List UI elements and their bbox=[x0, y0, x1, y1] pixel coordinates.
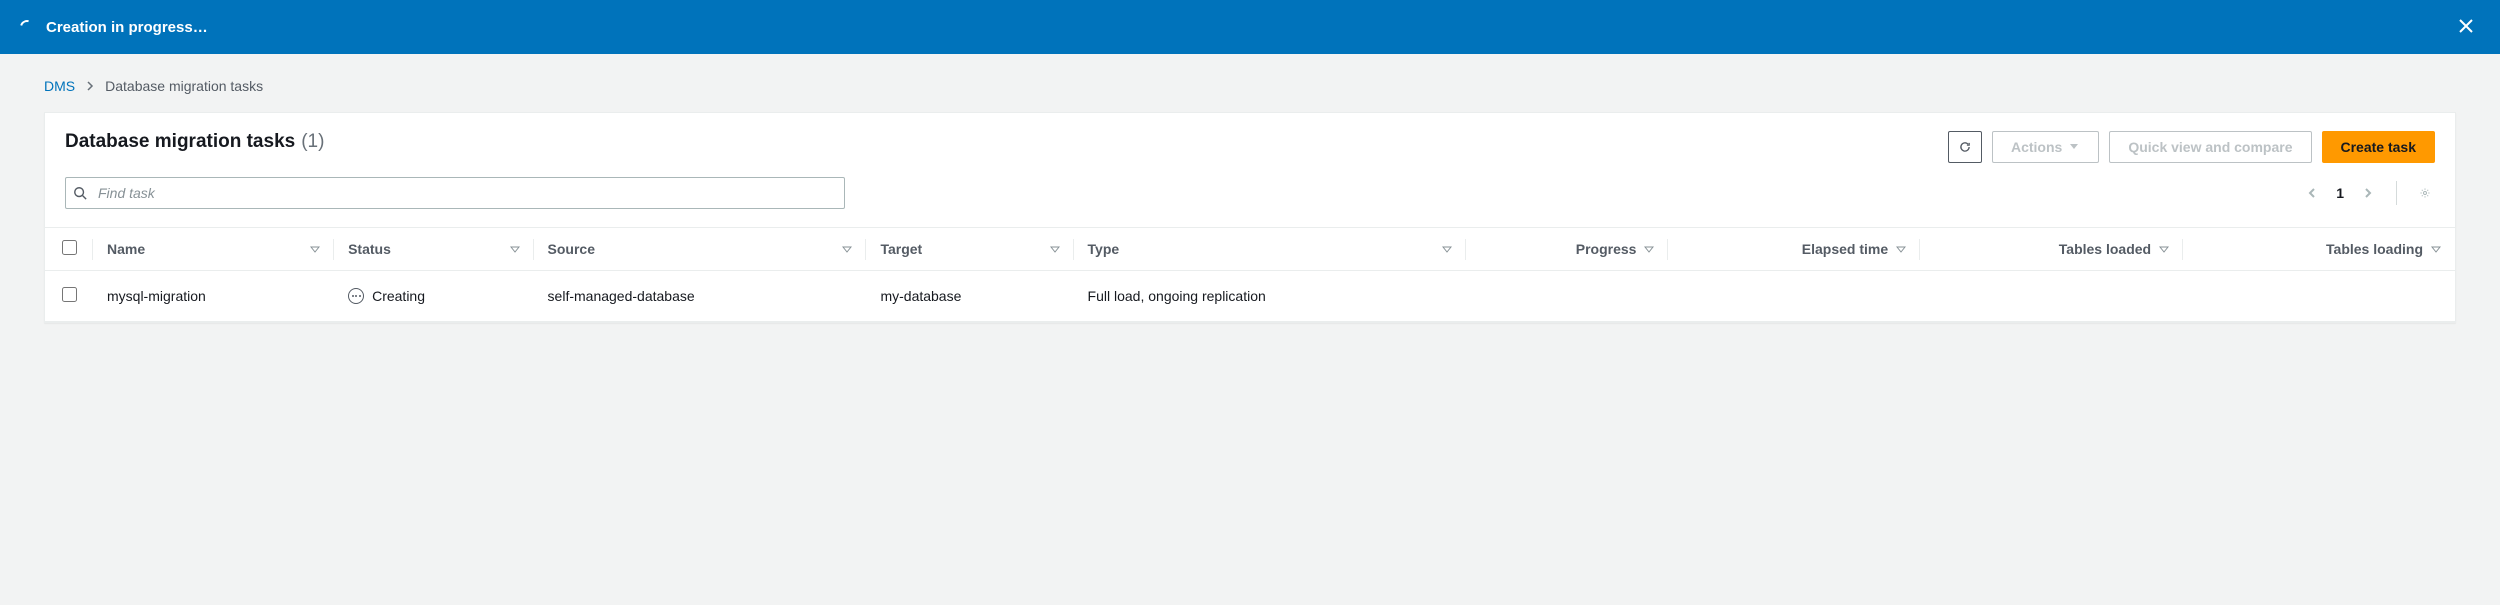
cell-name: mysql-migration bbox=[93, 271, 334, 322]
col-type[interactable]: Type bbox=[1074, 228, 1466, 271]
page-prev-button[interactable] bbox=[2302, 183, 2322, 203]
col-status[interactable]: Status bbox=[334, 228, 533, 271]
quick-view-button[interactable]: Quick view and compare bbox=[2109, 131, 2311, 163]
sort-icon bbox=[1644, 241, 1654, 257]
panel-title-text: Database migration tasks bbox=[65, 131, 295, 153]
actions-label: Actions bbox=[2011, 139, 2062, 155]
col-elapsed[interactable]: Elapsed time bbox=[1668, 228, 1920, 271]
cell-target: my-database bbox=[866, 271, 1073, 322]
caret-down-icon bbox=[2068, 139, 2080, 155]
spinner-icon bbox=[17, 17, 36, 36]
page-next-button[interactable] bbox=[2358, 183, 2378, 203]
divider bbox=[2396, 181, 2397, 205]
sort-icon bbox=[1050, 241, 1060, 257]
table-row[interactable]: mysql-migration Creating self-managed-da… bbox=[45, 271, 2455, 322]
cell-source: self-managed-database bbox=[534, 271, 867, 322]
chevron-right-icon bbox=[85, 78, 95, 94]
settings-button[interactable] bbox=[2415, 183, 2435, 203]
breadcrumb-root[interactable]: DMS bbox=[44, 78, 75, 94]
quick-view-label: Quick view and compare bbox=[2128, 139, 2292, 155]
tasks-table: Name Status Source Target Type Progress … bbox=[45, 227, 2455, 322]
create-task-button[interactable]: Create task bbox=[2322, 131, 2436, 163]
search-input[interactable] bbox=[65, 177, 845, 209]
close-icon bbox=[2458, 18, 2474, 34]
cell-loaded bbox=[1920, 271, 2183, 322]
refresh-icon bbox=[1959, 141, 1971, 153]
banner-close-button[interactable] bbox=[2452, 12, 2480, 43]
col-name[interactable]: Name bbox=[93, 228, 334, 271]
sort-icon bbox=[310, 241, 320, 257]
notification-banner: Creation in progress… bbox=[0, 0, 2500, 54]
sort-icon bbox=[1896, 241, 1906, 257]
col-target[interactable]: Target bbox=[866, 228, 1073, 271]
col-loaded[interactable]: Tables loaded bbox=[1920, 228, 2183, 271]
row-checkbox[interactable] bbox=[62, 287, 77, 302]
search-wrapper bbox=[65, 177, 845, 209]
cell-status: Creating bbox=[334, 271, 533, 322]
sort-icon bbox=[1442, 241, 1452, 257]
page-number: 1 bbox=[2336, 185, 2344, 201]
pagination: 1 bbox=[2302, 181, 2435, 205]
col-loading[interactable]: Tables loading bbox=[2183, 228, 2455, 271]
gear-icon bbox=[2419, 187, 2431, 199]
create-task-label: Create task bbox=[2341, 139, 2417, 155]
cell-progress bbox=[1466, 271, 1669, 322]
col-progress[interactable]: Progress bbox=[1466, 228, 1669, 271]
breadcrumb-current: Database migration tasks bbox=[105, 78, 263, 94]
sort-icon bbox=[2431, 241, 2441, 257]
sort-icon bbox=[2159, 241, 2169, 257]
in-progress-icon bbox=[348, 288, 364, 304]
tasks-panel: Database migration tasks (1) Actions Qui… bbox=[44, 112, 2456, 323]
sort-icon bbox=[842, 241, 852, 257]
actions-dropdown[interactable]: Actions bbox=[1992, 131, 2099, 163]
chevron-right-icon bbox=[2362, 187, 2374, 199]
chevron-left-icon bbox=[2306, 187, 2318, 199]
page-title: Database migration tasks (1) bbox=[65, 131, 324, 153]
banner-title: Creation in progress… bbox=[46, 19, 208, 36]
panel-count: (1) bbox=[301, 131, 324, 153]
refresh-button[interactable] bbox=[1948, 131, 1982, 163]
cell-type: Full load, ongoing replication bbox=[1074, 271, 1466, 322]
sort-icon bbox=[510, 241, 520, 257]
col-source[interactable]: Source bbox=[534, 228, 867, 271]
cell-loading bbox=[2183, 271, 2455, 322]
select-all-checkbox[interactable] bbox=[62, 240, 77, 255]
breadcrumb: DMS Database migration tasks bbox=[0, 54, 2500, 112]
cell-elapsed bbox=[1668, 271, 1920, 322]
